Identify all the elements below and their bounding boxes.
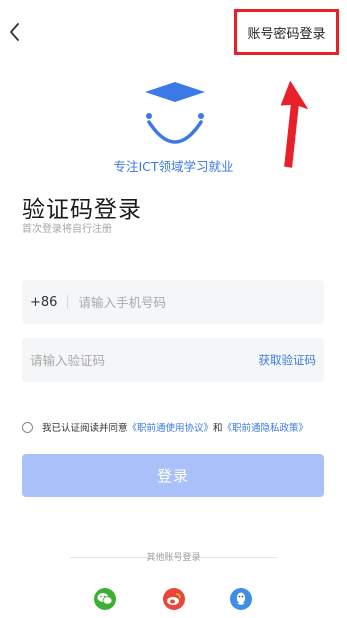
qq-icon <box>236 592 246 605</box>
field-divider <box>67 295 69 309</box>
account-password-login-link[interactable]: 账号密码登录 <box>234 9 339 55</box>
login-button[interactable]: 登录 <box>22 454 324 497</box>
agreement-checkbox[interactable] <box>22 421 33 433</box>
agreement-and: 和 <box>213 423 223 434</box>
verification-code-field: 获取验证码 <box>22 338 324 382</box>
slogan: 专注ICT领域学习就业 <box>113 159 234 174</box>
weibo-icon <box>167 593 181 605</box>
back-button[interactable] <box>6 20 24 44</box>
get-code-button[interactable]: 获取验证码 <box>259 352 317 368</box>
login-button-label: 登录 <box>156 467 189 485</box>
privacy-policy-link[interactable]: 《职前通隐私政策》 <box>223 420 309 434</box>
account-login-label: 账号密码登录 <box>247 26 326 42</box>
page-subtitle: 首次登录将自行注册 <box>22 224 112 235</box>
phone-field: +86 <box>22 280 324 324</box>
verification-code-input[interactable] <box>30 352 259 368</box>
phone-input[interactable] <box>78 294 324 310</box>
agreement-prefix: 我已认证阅读并同意 <box>42 423 128 434</box>
other-login-label: 其他账号登录 <box>146 553 201 563</box>
wechat-login-button[interactable] <box>94 588 116 610</box>
weibo-login-button[interactable] <box>163 588 185 610</box>
qq-login-button[interactable] <box>230 588 252 610</box>
graduation-smile-logo <box>145 82 205 144</box>
agreement-row: 我已认证阅读并同意 《职前通使用协议》 和 《职前通隐私政策》 <box>22 420 342 434</box>
country-code[interactable]: +86 <box>30 295 57 310</box>
page-title: 验证码登录 <box>22 197 142 223</box>
wechat-icon <box>97 593 113 605</box>
chevron-left-icon <box>10 23 19 41</box>
user-agreement-link[interactable]: 《职前通使用协议》 <box>128 420 214 434</box>
